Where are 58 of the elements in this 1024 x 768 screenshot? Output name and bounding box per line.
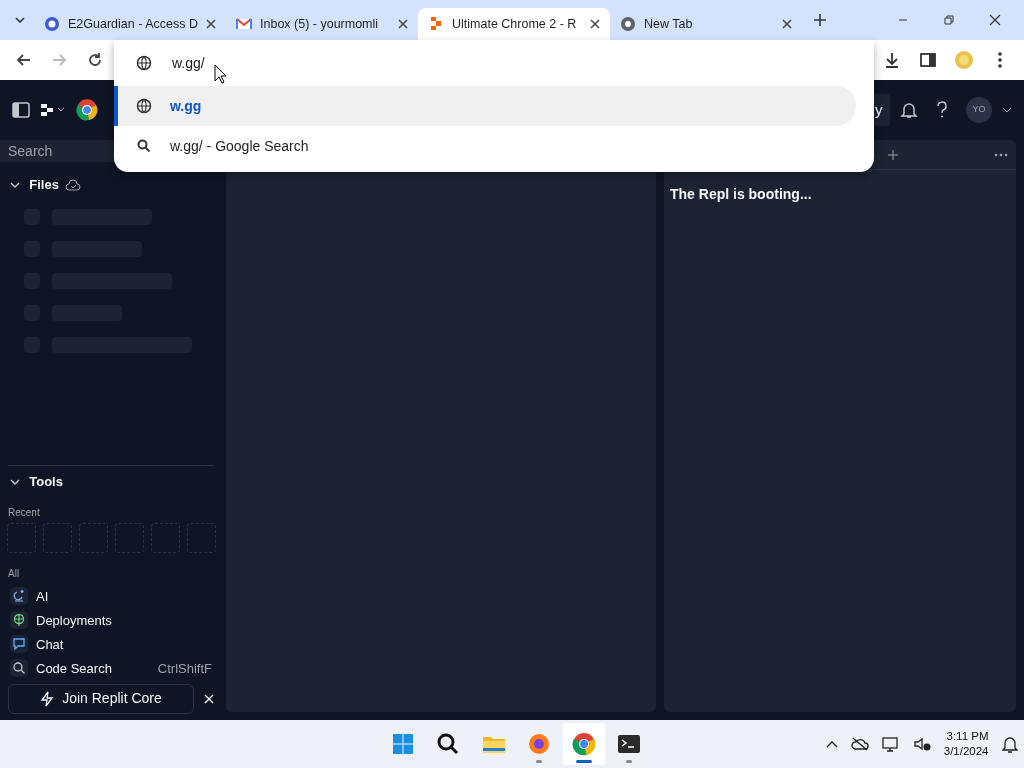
help-icon[interactable] [936,101,948,119]
terminal-icon [617,732,642,756]
close-icon[interactable] [206,19,216,29]
lightning-icon [40,690,55,707]
search-icon [136,138,152,154]
search-icon [12,661,26,676]
browser-tab[interactable]: Ultimate Chrome 2 - R [418,8,610,40]
chevron-icon[interactable] [10,181,20,188]
caret-icon[interactable] [1002,107,1012,113]
plus-icon[interactable] [888,149,898,160]
bell-icon[interactable] [900,101,918,119]
cloud-icon[interactable] [850,737,869,751]
bell-icon[interactable] [1001,735,1018,753]
close-icon[interactable] [398,19,408,29]
clock-date: 3/1/2024 [943,744,989,759]
circle-icon [572,732,596,756]
caret-icon [15,17,25,23]
more-icon[interactable] [994,152,1008,157]
browser-tab[interactable]: Inbox (5) - yourmomli [226,8,418,40]
sparkle-icon [12,589,26,604]
blocks-icon[interactable] [40,103,66,117]
shortcut-text: CtrlShiftF [157,659,212,678]
side-panel-icon[interactable] [919,51,937,69]
plus-icon [813,13,827,27]
tool-item[interactable]: Chat [0,632,222,657]
browser-tab[interactable]: New Tab [610,8,802,40]
browser-tab[interactable]: E2Guardian - Access D [34,8,226,40]
chat-icon [12,637,26,652]
cloud-check-icon [64,178,81,191]
tool-item[interactable]: AI [0,584,222,609]
close-icon[interactable] [782,19,792,29]
avatar[interactable]: YO [966,97,992,123]
windows-logo-icon [391,732,415,756]
circle-icon[interactable] [76,99,98,121]
restore-icon [943,14,955,26]
suggestion-item[interactable]: w.gg [114,86,856,126]
chevron-icon[interactable] [10,479,20,485]
envelope-icon [236,16,252,32]
section-title: Files [29,176,59,194]
sidebar-toggle-icon[interactable] [12,102,30,118]
circle-icon [620,16,636,32]
section-title: Tools [29,473,63,492]
search-icon [436,732,461,756]
clock-time: 3:11 PM [945,729,989,744]
close-icon[interactable] [590,19,600,29]
section-label: All [7,567,21,581]
join-button[interactable]: Join Replit Core [8,683,194,714]
tool-item[interactable]: Deployments [0,608,222,633]
blocks-icon [428,16,444,32]
cursor-icon [214,64,228,84]
chevron-up-icon[interactable] [825,740,838,748]
speaker-muted-icon[interactable] [912,736,931,752]
console-message: The Repl is booting... [669,185,813,204]
download-icon[interactable] [883,51,901,69]
tool-item[interactable]: Code Search CtrlShiftF [0,656,222,681]
section-label: Recent [7,505,41,520]
close-icon [989,14,1001,26]
monitor-icon[interactable] [881,736,900,752]
